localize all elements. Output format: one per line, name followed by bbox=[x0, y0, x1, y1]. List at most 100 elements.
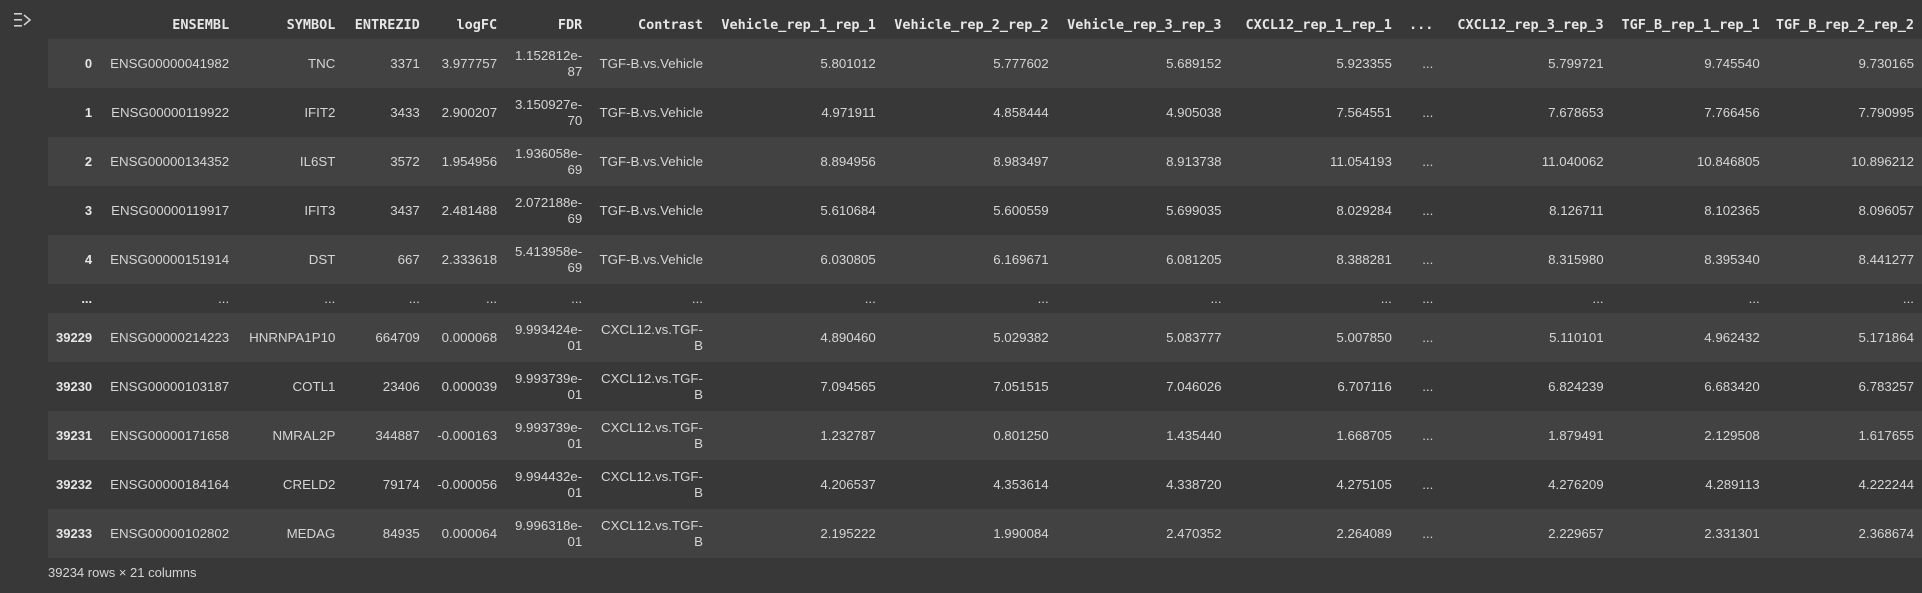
cell-c3: 8.126711 bbox=[1549, 203, 1604, 218]
cell-v1: ... bbox=[864, 291, 876, 306]
cell-contrast: TGF-B.vs.Vehicle bbox=[599, 55, 703, 71]
cell-entrez: 667 bbox=[397, 252, 420, 267]
table-row: 2 ENSG00000134352 IL6ST 3572 1.954956 1.93605… bbox=[48, 137, 1922, 186]
column-header-logfc: logFC bbox=[427, 10, 506, 39]
column-header-tgf-b-rep-1: TGF_B_rep_1_rep_1 bbox=[1611, 10, 1768, 39]
cell-logfc: ... bbox=[486, 291, 498, 306]
row-index: 4 bbox=[84, 252, 93, 267]
index-header bbox=[48, 10, 101, 39]
column-header-ellipsis: ... bbox=[1399, 10, 1442, 39]
cell-v2: 4.858444 bbox=[993, 105, 1049, 120]
dataframe-output: ENSEMBL SYMBOL ENTREZID logFC FDR Contra… bbox=[48, 10, 1922, 558]
cell-v1: 4.206537 bbox=[820, 477, 876, 492]
cell-v3: 5.699035 bbox=[1166, 203, 1222, 218]
cell-fdr: 5.413958e-69 bbox=[514, 243, 583, 275]
cell-ensembl: ENSG00000151914 bbox=[110, 252, 230, 267]
cell-v3: 4.338720 bbox=[1166, 477, 1222, 492]
cell-symbol: HNRNPA1P10 bbox=[249, 330, 336, 345]
cell-logfc: 0.000039 bbox=[441, 379, 498, 394]
cell-v3: 8.913738 bbox=[1166, 154, 1222, 169]
cell-v1: 4.971911 bbox=[821, 105, 876, 120]
cell-v3: 2.470352 bbox=[1166, 526, 1222, 541]
cell-contrast: TGF-B.vs.Vehicle bbox=[599, 104, 703, 120]
cell-logfc: 2.481488 bbox=[441, 203, 498, 218]
cell-contrast: CXCL12.vs.TGF-B bbox=[601, 321, 703, 353]
column-header-vehicle-rep-1: Vehicle_rep_1_rep_1 bbox=[710, 10, 884, 39]
cell-ell: ... bbox=[1422, 291, 1434, 306]
cell-v2: ... bbox=[1037, 291, 1049, 306]
cell-entrez: 3433 bbox=[390, 105, 420, 120]
cell-v3: 7.046026 bbox=[1166, 379, 1222, 394]
row-index: 39229 bbox=[56, 330, 93, 345]
cell-ell: ... bbox=[1422, 56, 1434, 71]
cell-ensembl: ENSG00000103187 bbox=[110, 379, 230, 394]
output-actions-icon[interactable] bbox=[12, 10, 34, 30]
row-index: 1 bbox=[84, 105, 93, 120]
cell-symbol: CRELD2 bbox=[282, 477, 336, 492]
cell-symbol: IFIT3 bbox=[304, 203, 336, 218]
cell-v2: 1.990084 bbox=[993, 526, 1049, 541]
column-header-fdr: FDR bbox=[505, 10, 591, 39]
cell-v3: 5.083777 bbox=[1166, 330, 1222, 345]
row-index: 39230 bbox=[56, 379, 93, 394]
cell-entrez: 3437 bbox=[390, 203, 420, 218]
cell-c1: 6.707116 bbox=[1337, 379, 1392, 394]
column-header-tgf-b-rep-2: TGF_B_rep_2_rep_2 bbox=[1767, 10, 1922, 39]
cell-contrast: CXCL12.vs.TGF-B bbox=[601, 468, 703, 500]
cell-v2: 5.777602 bbox=[993, 56, 1049, 71]
cell-entrez: 79174 bbox=[382, 477, 420, 492]
cell-entrez: 3572 bbox=[390, 154, 420, 169]
cell-ell: ... bbox=[1422, 428, 1434, 443]
cell-c3: 2.229657 bbox=[1548, 526, 1604, 541]
cell-t1: 8.395340 bbox=[1704, 252, 1760, 267]
cell-c1: 4.275105 bbox=[1336, 477, 1392, 492]
cell-fdr: 9.993739e-01 bbox=[514, 419, 583, 451]
cell-fdr: 9.993739e-01 bbox=[514, 370, 583, 402]
cell-logfc: 3.977757 bbox=[441, 56, 498, 71]
cell-symbol: IFIT2 bbox=[304, 105, 336, 120]
cell-t1: 2.129508 bbox=[1704, 428, 1760, 443]
cell-symbol: MEDAG bbox=[286, 526, 336, 541]
cell-contrast: ... bbox=[691, 290, 703, 306]
cell-ensembl: ENSG00000214223 bbox=[110, 330, 230, 345]
column-header-symbol: SYMBOL bbox=[237, 10, 344, 39]
cell-contrast: TGF-B.vs.Vehicle bbox=[599, 153, 703, 169]
row-index: 39232 bbox=[56, 477, 93, 492]
table-row: 0 ENSG00000041982 TNC 3371 3.977757 1.152812e… bbox=[48, 39, 1922, 88]
cell-fdr: 9.993424e-01 bbox=[514, 321, 583, 353]
column-header-vehicle-rep-2: Vehicle_rep_2_rep_2 bbox=[883, 10, 1057, 39]
column-header-ensembl: ENSEMBL bbox=[100, 10, 238, 39]
cell-ell: ... bbox=[1422, 154, 1434, 169]
cell-t2: 7.790995 bbox=[1858, 105, 1914, 120]
dataframe-table: ENSEMBL SYMBOL ENTREZID logFC FDR Contra… bbox=[48, 10, 1922, 558]
cell-c3: 7.678653 bbox=[1548, 105, 1604, 120]
cell-entrez: 23406 bbox=[382, 379, 420, 394]
cell-c1: 5.007850 bbox=[1336, 330, 1392, 345]
cell-t1: 8.102365 bbox=[1704, 203, 1760, 218]
cell-ell: ... bbox=[1422, 203, 1434, 218]
cell-ensembl: ENSG00000134352 bbox=[110, 154, 230, 169]
cell-ensembl: ENSG00000102802 bbox=[110, 526, 230, 541]
cell-t1: 2.331301 bbox=[1704, 526, 1760, 541]
cell-logfc: 1.954956 bbox=[441, 154, 498, 169]
cell-v2: 8.983497 bbox=[993, 154, 1049, 169]
cell-c1: 8.388281 bbox=[1336, 252, 1392, 267]
cell-fdr: 3.150927e-70 bbox=[514, 96, 583, 128]
cell-v1: 2.195222 bbox=[820, 526, 876, 541]
cell-fdr: 1.936058e-69 bbox=[514, 145, 583, 177]
row-index: 39231 bbox=[56, 428, 93, 443]
cell-contrast: CXCL12.vs.TGF-B bbox=[601, 370, 703, 402]
row-index: 39233 bbox=[56, 526, 93, 541]
cell-t2: ... bbox=[1902, 291, 1914, 306]
table-row: 39229 ENSG00000214223 HNRNPA1P10 664709 0.00… bbox=[48, 313, 1922, 362]
cell-t2: 1.617655 bbox=[1858, 428, 1914, 443]
cell-t1: 4.962432 bbox=[1704, 330, 1760, 345]
cell-symbol: IL6ST bbox=[299, 154, 336, 169]
cell-t1: 6.683420 bbox=[1704, 379, 1760, 394]
cell-v1: 5.801012 bbox=[820, 56, 876, 71]
cell-v1: 8.894956 bbox=[820, 154, 876, 169]
cell-ell: ... bbox=[1422, 105, 1434, 120]
cell-ensembl: ENSG00000119922 bbox=[111, 105, 230, 120]
cell-symbol: NMRAL2P bbox=[272, 428, 336, 443]
cell-logfc: 0.000064 bbox=[441, 526, 498, 541]
